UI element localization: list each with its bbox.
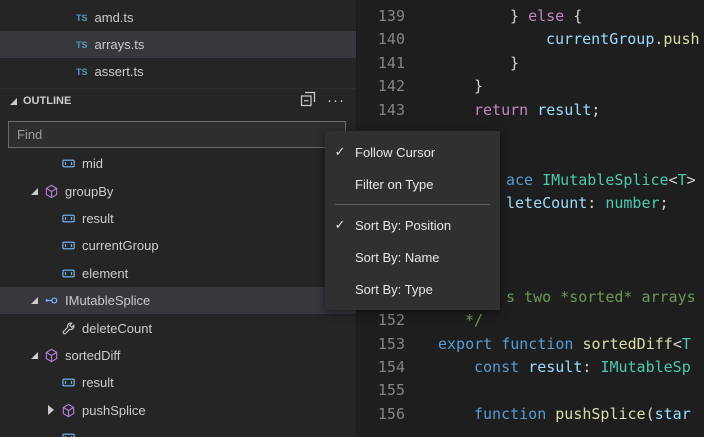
code-line[interactable]: export function sortedDiff<T <box>438 333 691 356</box>
collapse-all-icon <box>300 91 316 112</box>
line-number: 142 <box>357 75 405 98</box>
line-number: 154 <box>357 356 405 379</box>
code-line[interactable]: } <box>474 75 483 98</box>
symbol-variable-icon <box>60 375 76 391</box>
code-line[interactable]: leteCount: number; <box>506 192 669 215</box>
file-name: amd.ts <box>95 10 134 25</box>
menu-item-label: Sort By: Name <box>355 250 440 265</box>
menu-item-label: Sort By: Position <box>355 218 451 233</box>
typescript-file-icon: TS <box>76 40 88 50</box>
symbol-method-icon <box>60 402 76 418</box>
outline-context-menu: ✓Follow CursorFilter on Type✓Sort By: Po… <box>325 131 500 310</box>
outline-item[interactable] <box>0 424 356 437</box>
menu-item-label: Filter on Type <box>355 177 434 192</box>
checkmark-icon: ✓ <box>325 217 355 233</box>
symbol-variable-icon <box>60 210 76 226</box>
symbol-variable-icon <box>60 156 76 172</box>
outline-item-pushSplice[interactable]: pushSplice <box>0 397 356 424</box>
code-line[interactable]: function pushSplice(star <box>474 403 691 426</box>
chevron-expanded-icon[interactable] <box>25 297 43 304</box>
outline-item-label: element <box>82 266 128 281</box>
outline-item-label: deleteCount <box>82 321 152 336</box>
menu-item-sort-by-type[interactable]: Sort By: Type <box>325 273 500 305</box>
chevron-expanded-icon[interactable] <box>25 352 43 359</box>
menu-item-follow-cursor[interactable]: ✓Follow Cursor <box>325 136 500 168</box>
file-row-amd-ts[interactable]: TS amd.ts <box>0 4 356 31</box>
chevron-collapsed-icon[interactable] <box>42 405 60 415</box>
line-number: 141 <box>357 52 405 75</box>
outline-title: OUTLINE <box>23 95 290 107</box>
line-number: 155 <box>357 379 405 402</box>
menu-separator <box>335 204 490 205</box>
outline-item-element[interactable]: element <box>0 260 356 287</box>
outline-item-label: sortedDiff <box>65 348 120 363</box>
line-number: 153 <box>357 333 405 356</box>
outline-item-currentGroup[interactable]: currentGroup <box>0 232 356 259</box>
line-number: 152 <box>357 309 405 332</box>
outline-item-result[interactable]: result <box>0 369 356 396</box>
symbol-variable-icon <box>60 430 76 437</box>
menu-item-sort-by-name[interactable]: Sort By: Name <box>325 241 500 273</box>
typescript-file-icon: TS <box>76 13 88 23</box>
symbol-interface-icon <box>43 293 59 309</box>
sidebar: TS amd.ts TS arrays.ts TS assert.ts OUTLINE ·… <box>0 0 356 437</box>
code-line[interactable]: ace IMutableSplice<T> { <box>506 169 704 192</box>
outline-item-sortedDiff[interactable]: sortedDiff <box>0 342 356 369</box>
outline-item-label: pushSplice <box>82 403 146 418</box>
outline-item-label: currentGroup <box>82 238 159 253</box>
code-line[interactable]: } <box>510 52 519 75</box>
outline-item-label: IMutableSplice <box>65 293 150 308</box>
menu-item-filter-on-type[interactable]: Filter on Type <box>325 168 500 200</box>
symbol-variable-icon <box>60 238 76 254</box>
outline-item-result[interactable]: result <box>0 205 356 232</box>
outline-item-label: result <box>82 211 114 226</box>
file-name: arrays.ts <box>95 37 145 52</box>
more-actions-icon: ··· <box>327 96 345 106</box>
code-line[interactable]: s two *sorted* arrays <box>506 286 696 309</box>
file-row-arrays-ts[interactable]: TS arrays.ts <box>0 31 356 58</box>
file-row-assert-ts[interactable]: TS assert.ts <box>0 58 356 85</box>
code-line[interactable]: */ <box>465 309 483 332</box>
code-line[interactable]: return result; <box>474 99 600 122</box>
menu-item-label: Follow Cursor <box>355 145 435 160</box>
line-number: 139 <box>357 5 405 28</box>
outline-item-mid[interactable]: mid <box>0 150 356 177</box>
code-line[interactable]: } else { <box>510 5 582 28</box>
outline-item-label: mid <box>82 156 103 171</box>
checkmark-icon: ✓ <box>325 144 355 160</box>
line-number: 143 <box>357 99 405 122</box>
menu-item-label: Sort By: Type <box>355 282 433 297</box>
symbol-property-icon <box>60 320 76 336</box>
symbol-method-icon <box>43 183 59 199</box>
more-actions-button[interactable]: ··· <box>326 91 346 111</box>
outline-item-groupBy[interactable]: groupBy <box>0 177 356 204</box>
outline-find-input[interactable] <box>8 121 346 148</box>
file-list: TS amd.ts TS arrays.ts TS assert.ts <box>0 4 356 85</box>
line-number: 140 <box>357 28 405 51</box>
menu-item-sort-by-position[interactable]: ✓Sort By: Position <box>325 209 500 241</box>
typescript-file-icon: TS <box>76 67 88 77</box>
outline-tree: mid groupBy result currentGroup element IMuta… <box>0 150 356 437</box>
code-line[interactable]: const result: IMutableSp <box>474 356 691 379</box>
symbol-method-icon <box>43 347 59 363</box>
chevron-expanded-icon[interactable] <box>25 188 43 195</box>
section-expand-icon <box>10 98 17 105</box>
file-name: assert.ts <box>95 64 144 79</box>
outline-item-label: result <box>82 375 114 390</box>
outline-item-label: groupBy <box>65 184 113 199</box>
outline-item-IMutableSplice[interactable]: IMutableSplice <box>0 287 356 314</box>
symbol-variable-icon <box>60 265 76 281</box>
code-line[interactable]: currentGroup.push <box>546 28 700 51</box>
vscode-window: TS amd.ts TS arrays.ts TS assert.ts OUTLINE ·… <box>0 0 704 437</box>
outline-item-deleteCount[interactable]: deleteCount <box>0 314 356 341</box>
outline-section-header[interactable]: OUTLINE ··· <box>0 88 356 113</box>
line-number: 156 <box>357 403 405 426</box>
collapse-all-button[interactable] <box>298 91 318 111</box>
